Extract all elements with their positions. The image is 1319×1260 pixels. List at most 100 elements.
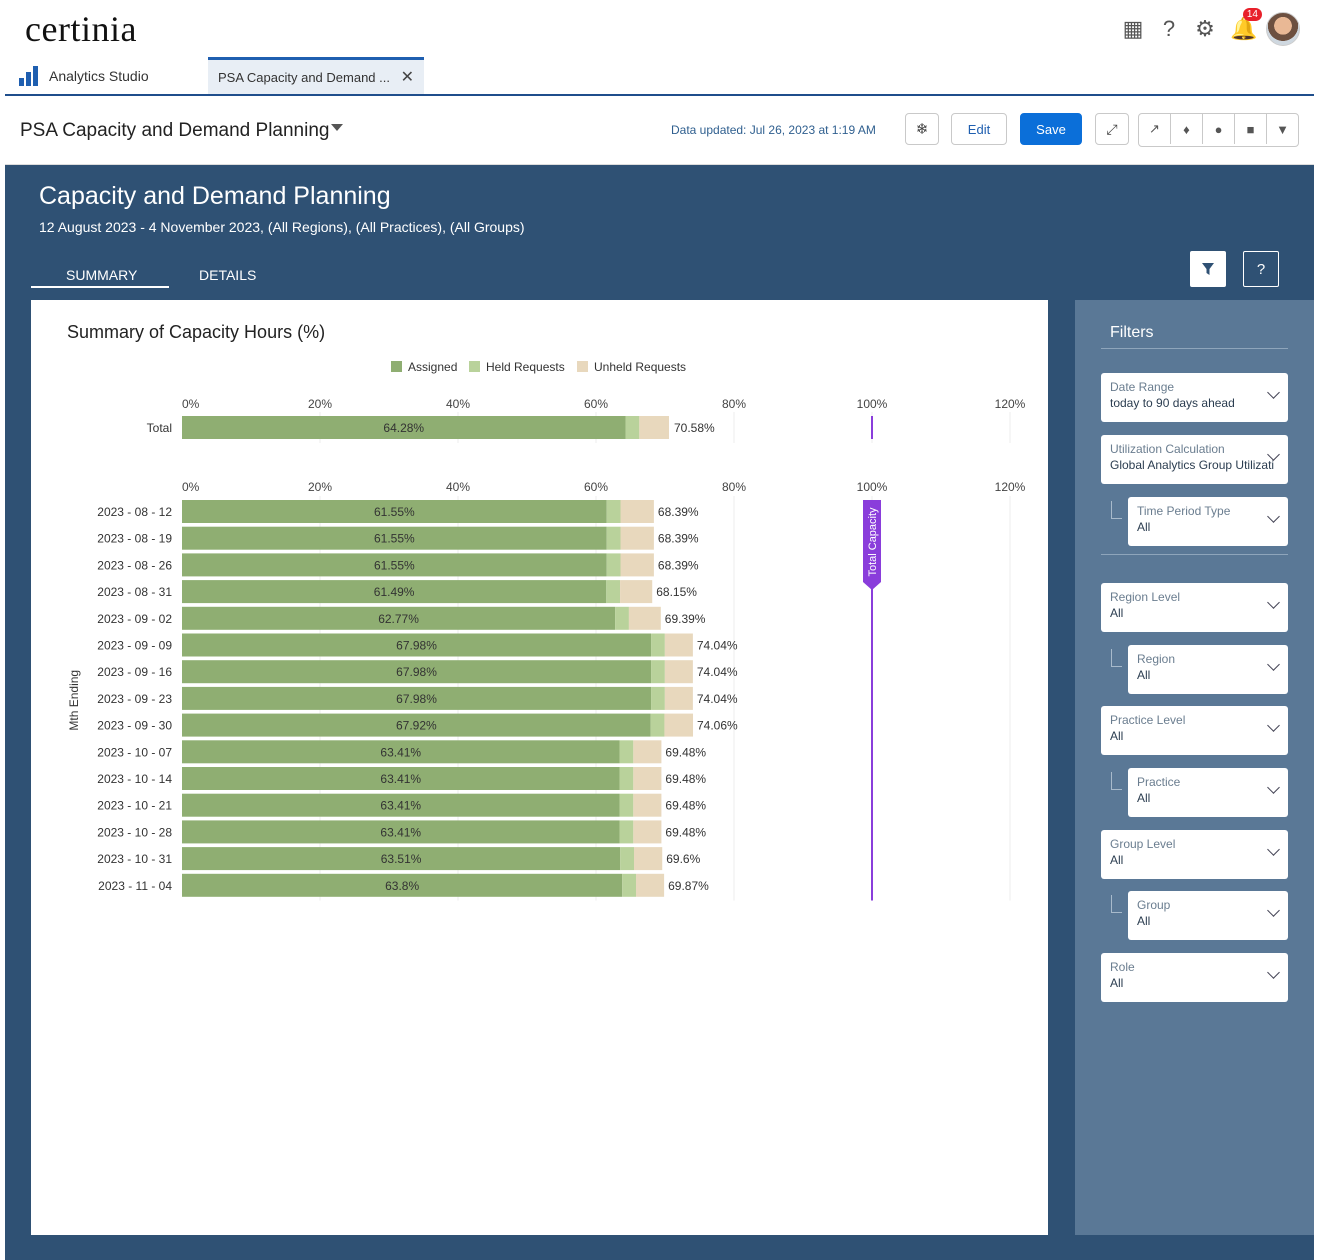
filter-role[interactable]: Role All (1101, 953, 1288, 1002)
filter-value: All (1110, 853, 1124, 867)
filter-region[interactable]: Region All (1128, 645, 1288, 694)
total-data-label: 69.87% (668, 879, 709, 893)
x-tick-label: 120% (995, 480, 1026, 494)
bar-unheld (633, 820, 662, 844)
x-tick-label: 80% (722, 480, 746, 494)
gear-icon[interactable]: ⚙ (1194, 16, 1216, 42)
analytics-bar-icon (19, 66, 39, 86)
notify-bell-icon[interactable]: ♦ (1171, 114, 1203, 144)
y-tick-label: 2023 - 11 - 04 (98, 879, 172, 893)
filter-region-level[interactable]: Region Level All (1101, 583, 1288, 632)
help-icon[interactable]: ? (1158, 16, 1180, 42)
filter-label: Utilization Calculation (1110, 442, 1225, 456)
dashboard-subtitle: 12 August 2023 - 4 November 2023, (All R… (39, 219, 525, 235)
x-tick-label: 80% (722, 397, 746, 411)
y-tick-label: 2023 - 10 - 14 (97, 772, 172, 786)
notifications-bell-icon[interactable]: 🔔 14 (1230, 8, 1262, 42)
filter-section-divider (1101, 554, 1288, 555)
filter-group-level[interactable]: Group Level All (1101, 830, 1288, 879)
assigned-data-label: 67.98% (396, 692, 437, 706)
bar-unheld (664, 713, 694, 737)
total-data-label: 69.39% (665, 612, 706, 626)
user-avatar[interactable] (1266, 12, 1300, 46)
assigned-data-label: 61.55% (374, 532, 415, 546)
global-header: certinia ▦ ? ⚙ 🔔 14 (5, 0, 1314, 58)
assigned-data-label: 61.55% (374, 558, 415, 572)
filter-value: today to 90 days ahead (1110, 396, 1235, 410)
assigned-data-label: 63.41% (380, 799, 421, 813)
y-tick-label: 2023 - 08 - 19 (97, 532, 172, 546)
bar-held (651, 660, 665, 684)
close-tab-icon[interactable]: ✕ (401, 67, 414, 87)
filter-time-period-type[interactable]: Time Period Type All (1128, 497, 1288, 546)
assigned-data-label: 63.41% (380, 825, 421, 839)
dashboard-help-button[interactable]: ? (1243, 251, 1279, 287)
filters-divider (1101, 348, 1288, 349)
filter-connector (1111, 895, 1122, 913)
global-actions: ▦ ? ⚙ 🔔 14 (1122, 8, 1300, 46)
x-tick-label: 60% (584, 480, 608, 494)
x-tick-label: 40% (446, 480, 470, 494)
title-dropdown-icon[interactable] (331, 124, 343, 131)
filter-value: All (1137, 668, 1151, 682)
page-title: PSA Capacity and Demand Planning (20, 120, 330, 141)
theme-button[interactable]: ❄ (905, 113, 939, 145)
total-data-label: 68.39% (658, 532, 699, 546)
folder-icon[interactable]: ■ (1235, 114, 1267, 144)
legend-label: Unheld Requests (594, 360, 686, 374)
assigned-data-label: 63.41% (380, 772, 421, 786)
filter-value: All (1110, 606, 1124, 620)
active-tab-indicator (31, 286, 169, 288)
filter-value: All (1137, 520, 1151, 534)
bar-held (650, 713, 665, 737)
more-actions-icon[interactable]: ▼ (1267, 114, 1298, 144)
bar-held (615, 606, 629, 630)
bar-unheld (664, 686, 693, 710)
x-tick-label: 20% (308, 397, 332, 411)
filter-practice-level[interactable]: Practice Level All (1101, 706, 1288, 755)
page-header: PSA Capacity and Demand Planning Data up… (5, 96, 1314, 165)
total-data-label: 69.48% (665, 825, 706, 839)
share-icon[interactable]: ↗ (1139, 114, 1171, 144)
filter-connector (1111, 772, 1122, 790)
filter-label: Practice (1137, 775, 1181, 789)
expand-icon: ⤢ (1106, 120, 1118, 137)
app-tab-analytics-studio[interactable]: Analytics Studio (19, 63, 149, 89)
comment-icon[interactable]: ● (1203, 114, 1235, 144)
filter-toggle-button[interactable] (1190, 251, 1226, 287)
y-tick-label: 2023 - 10 - 07 (97, 745, 172, 759)
bar-held (651, 633, 665, 657)
y-tick-label: 2023 - 09 - 02 (97, 612, 172, 626)
app-window: certinia ▦ ? ⚙ 🔔 14 Analytics Studio PSA … (5, 0, 1314, 1260)
y-axis-title: Mth Ending (67, 670, 81, 731)
assigned-data-label: 63.41% (380, 745, 421, 759)
filter-date-range[interactable]: Date Range today to 90 days ahead (1101, 373, 1288, 422)
tab-summary[interactable]: SUMMARY (66, 267, 137, 283)
app-launcher-icon[interactable]: ▦ (1122, 16, 1144, 42)
bar-held (651, 686, 665, 710)
bar-held (619, 767, 634, 790)
filter-utilization-calculation[interactable]: Utilization Calculation Global Analytics … (1101, 435, 1288, 484)
save-button[interactable]: Save (1020, 113, 1082, 145)
filter-group[interactable]: Group All (1128, 891, 1288, 940)
bar-unheld (664, 633, 693, 657)
tab-details[interactable]: DETAILS (199, 267, 256, 283)
assigned-data-label: 63.51% (381, 852, 422, 866)
edit-button[interactable]: Edit (951, 113, 1007, 145)
fullscreen-button[interactable]: ⤢ (1095, 113, 1129, 145)
filter-label: Group Level (1110, 837, 1176, 851)
legend-swatch (577, 361, 588, 372)
total-bar-held (625, 416, 640, 439)
tab-psa-capacity[interactable]: PSA Capacity and Demand ... ✕ (208, 57, 424, 94)
action-button-group: ↗ ♦ ● ■ ▼ (1138, 113, 1299, 147)
total-data-label: 69.48% (665, 772, 706, 786)
filter-practice[interactable]: Practice All (1128, 768, 1288, 817)
bar-held (606, 526, 621, 550)
x-tick-label: 100% (857, 397, 888, 411)
total-data-label: 68.15% (656, 585, 697, 599)
total-data-label: 74.04% (697, 639, 738, 653)
total-data-label: 69.48% (665, 745, 706, 759)
filter-funnel-icon (1202, 263, 1214, 275)
y-tick-label: 2023 - 09 - 09 (97, 639, 172, 653)
total-data-label: 69.48% (665, 799, 706, 813)
